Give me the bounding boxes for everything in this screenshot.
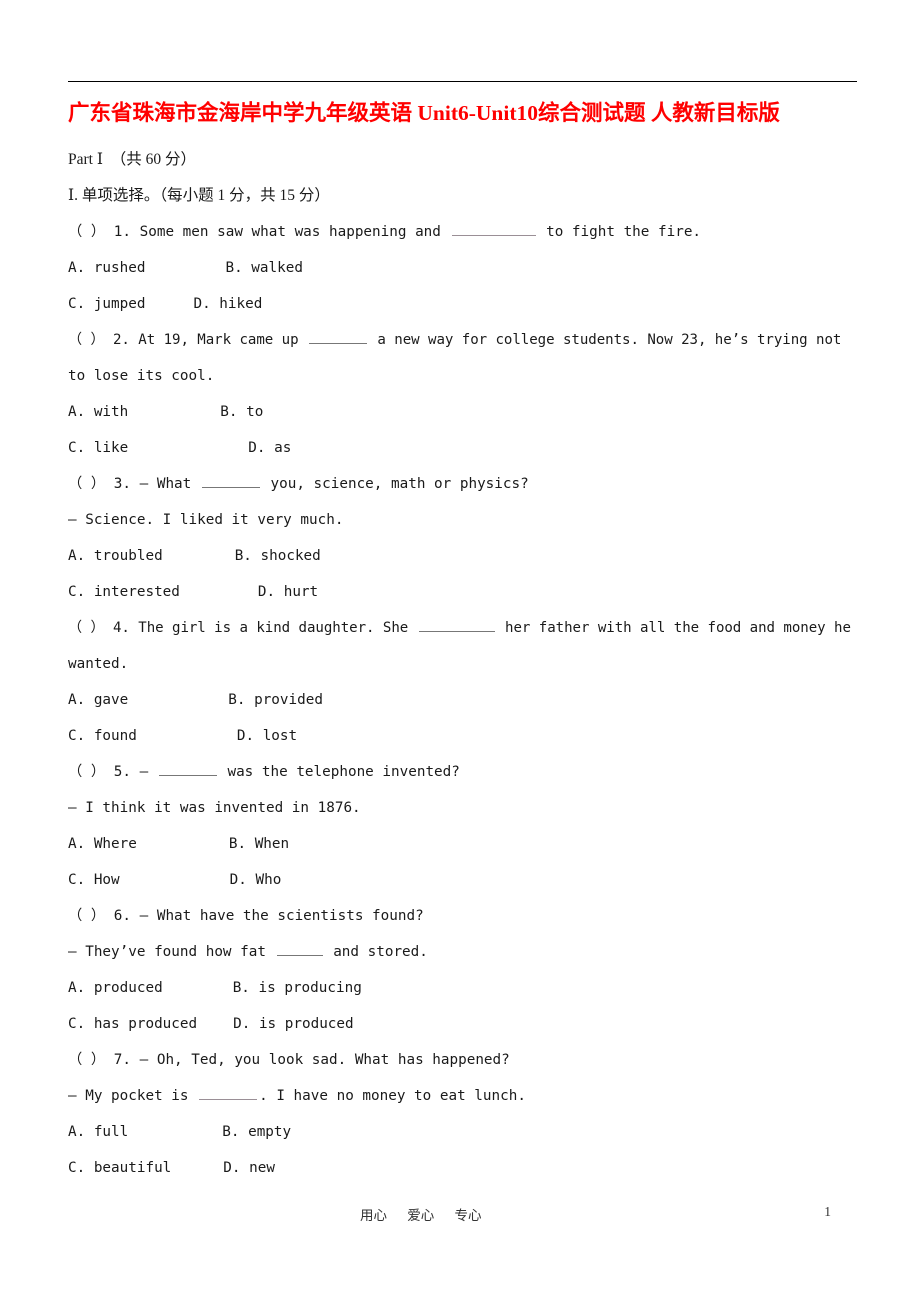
question-stem-4-cont: wanted.: [68, 656, 129, 672]
question-2-options-ab: A. with B. to: [68, 394, 858, 430]
option-7-d[interactable]: D. new: [223, 1160, 275, 1176]
option-6-d[interactable]: D. is produced: [233, 1016, 354, 1032]
question-3-options-cd: C. interested D. hurt: [68, 574, 858, 610]
option-1-b[interactable]: B. walked: [225, 260, 302, 276]
option-4-b[interactable]: B. provided: [228, 692, 323, 708]
option-7-b[interactable]: B. empty: [222, 1124, 291, 1140]
option-7-c[interactable]: C. beautiful: [68, 1160, 171, 1176]
question-5-options-ab: A. Where B. When: [68, 826, 858, 862]
question-2-options-cd: C. like D. as: [68, 430, 858, 466]
question-stem-6-cont: — They’ve found how fat and stored.: [68, 934, 858, 970]
option-1-c[interactable]: C. jumped: [68, 296, 145, 312]
question-5-options-cd: C. How D. Who: [68, 862, 858, 898]
option-2-d[interactable]: D. as: [248, 440, 291, 456]
question-stem-3: （ ） 3. — What you, science, math or phys…: [68, 466, 858, 502]
option-7-a[interactable]: A. full: [68, 1124, 128, 1140]
option-5-a[interactable]: A. Where: [68, 836, 137, 852]
question-stem-3-post: you, science, math or physics?: [261, 476, 529, 492]
question-stem-2-pre: （ ） 2. At 19, Mark came up: [68, 332, 307, 348]
question-stem-7-pre: — My pocket is: [68, 1088, 198, 1104]
question-stem-6-post: and stored.: [324, 944, 428, 960]
exam-page: 广东省珠海市金海岸中学九年级英语 Unit6-Unit10综合测试题 人教新目标…: [0, 0, 920, 1302]
question-stem-6: （ ） 6. — What have the scientists found?: [68, 908, 424, 924]
question-1-options-ab: A. rushed B. walked: [68, 250, 858, 286]
question-stem-5: （ ） 5. — was the telephone invented?: [68, 754, 858, 790]
question-stem-4-pre: （ ） 4. The girl is a kind daughter. She: [68, 620, 417, 636]
option-5-d[interactable]: D. Who: [230, 872, 282, 888]
option-3-d[interactable]: D. hurt: [258, 584, 318, 600]
question-6-options-cd: C. has produced D. is produced: [68, 1006, 858, 1042]
question-1-options-cd: C. jumped D. hiked: [68, 286, 858, 322]
question-stem-5-pre: （ ） 5. —: [68, 764, 157, 780]
answer-blank-3: [201, 474, 260, 488]
option-1-d[interactable]: D. hiked: [193, 296, 262, 312]
page-number: 1: [824, 1204, 831, 1219]
header-rule: [68, 81, 857, 82]
answer-blank-6: [276, 942, 323, 956]
question-stem-3-cont: — Science. I liked it very much.: [68, 512, 344, 528]
question-stem-6-pre: — They’ve found how fat: [68, 944, 275, 960]
question-stem-7: （ ） 7. — Oh, Ted, you look sad. What has…: [68, 1052, 510, 1068]
section-heading: Ⅰ. 单项选择。（每小题 1 分，共 15 分）: [68, 187, 330, 204]
part-heading: Part Ⅰ （共 60 分）: [68, 151, 196, 168]
question-7-options-ab: A. full B. empty: [68, 1114, 858, 1150]
question-4-options-ab: A. gave B. provided: [68, 682, 858, 718]
option-5-c[interactable]: C. How: [68, 872, 120, 888]
question-stem-5-post: was the telephone invented?: [218, 764, 460, 780]
answer-blank-2: [308, 330, 367, 344]
question-stem-7-cont: — My pocket is . I have no money to eat …: [68, 1078, 858, 1114]
question-stem-2-cont: to lose its cool.: [68, 368, 215, 384]
option-2-c[interactable]: C. like: [68, 440, 128, 456]
option-3-a[interactable]: A. troubled: [68, 548, 163, 564]
option-4-c[interactable]: C. found: [68, 728, 137, 744]
question-stem-5-cont: — I think it was invented in 1876.: [68, 800, 361, 816]
question-stem-1-post: to fight the fire.: [537, 224, 702, 240]
option-4-a[interactable]: A. gave: [68, 692, 128, 708]
question-stem-4: （ ） 4. The girl is a kind daughter. She …: [68, 610, 858, 646]
question-stem-7-post: . I have no money to eat lunch.: [259, 1088, 526, 1104]
question-6-options-ab: A. produced B. is producing: [68, 970, 858, 1006]
option-3-c[interactable]: C. interested: [68, 584, 180, 600]
question-stem-4-post: her father with all the food and money h…: [496, 620, 851, 636]
option-4-d[interactable]: D. lost: [237, 728, 297, 744]
option-6-b[interactable]: B. is producing: [233, 980, 362, 996]
option-1-a[interactable]: A. rushed: [68, 260, 145, 276]
question-stem-2: （ ） 2. At 19, Mark came up a new way for…: [68, 322, 858, 358]
page-footer: 用心 爱心 专心 1: [68, 1204, 857, 1228]
answer-blank-5: [158, 762, 217, 776]
question-stem-1-pre: （ ） 1. Some men saw what was happening a…: [68, 224, 450, 240]
question-stem-3-pre: （ ） 3. — What: [68, 476, 200, 492]
question-stem-1: （ ） 1. Some men saw what was happening a…: [68, 214, 858, 250]
option-3-b[interactable]: B. shocked: [235, 548, 321, 564]
footer-motto: 用心 爱心 专心: [360, 1208, 482, 1223]
answer-blank-4: [418, 618, 495, 632]
option-2-a[interactable]: A. with: [68, 404, 128, 420]
question-3-options-ab: A. troubled B. shocked: [68, 538, 858, 574]
option-6-c[interactable]: C. has produced: [68, 1016, 197, 1032]
question-4-options-cd: C. found D. lost: [68, 718, 858, 754]
document-body: Part Ⅰ （共 60 分） Ⅰ. 单项选择。（每小题 1 分，共 15 分）…: [68, 142, 858, 1186]
answer-blank-1: [451, 222, 536, 236]
question-7-options-cd: C. beautiful D. new: [68, 1150, 858, 1186]
option-2-b[interactable]: B. to: [220, 404, 263, 420]
option-6-a[interactable]: A. produced: [68, 980, 163, 996]
answer-blank-7: [199, 1086, 258, 1100]
option-5-b[interactable]: B. When: [229, 836, 289, 852]
question-stem-2-post: a new way for college students. Now 23, …: [368, 332, 842, 348]
page-title: 广东省珠海市金海岸中学九年级英语 Unit6-Unit10综合测试题 人教新目标…: [68, 101, 780, 125]
